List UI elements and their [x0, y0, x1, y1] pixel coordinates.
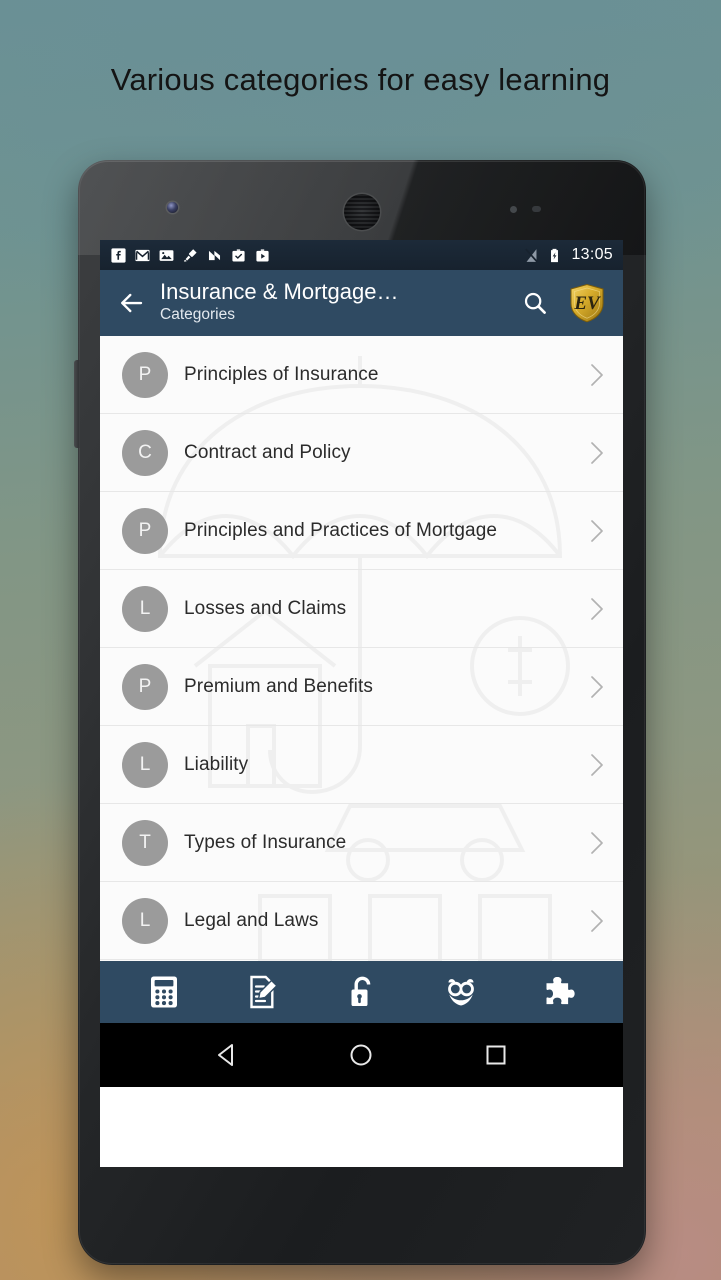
note-edit-icon[interactable] [245, 974, 281, 1010]
list-item-label: Premium and Benefits [184, 675, 373, 697]
android-home-icon[interactable] [348, 1042, 374, 1068]
back-arrow-icon[interactable] [116, 288, 146, 318]
signal-off-icon [525, 248, 539, 262]
list-item-label: Contract and Policy [184, 441, 351, 463]
owl-icon[interactable] [443, 974, 479, 1010]
avatar: P [122, 351, 168, 398]
play-store-icon [256, 248, 269, 261]
chevron-right-icon[interactable] [589, 440, 605, 466]
list-item[interactable]: T Types of Insurance [100, 804, 623, 882]
app-bar: Insurance & Mortgage… Categories EV [100, 270, 623, 336]
list-item-label: Legal and Laws [184, 909, 319, 931]
android-recents-icon[interactable] [483, 1042, 509, 1068]
android-nav-bar [100, 1023, 623, 1087]
avatar: C [122, 429, 168, 476]
bottom-toolbar [100, 961, 623, 1023]
n-app-icon [208, 250, 221, 260]
photos-icon [159, 249, 174, 261]
cleaner-icon [183, 248, 197, 262]
avatar: L [122, 897, 168, 944]
svg-text:EV: EV [573, 293, 601, 314]
list-item[interactable]: L Losses and Claims [100, 570, 623, 648]
status-bar: 13:05 [100, 240, 623, 270]
status-notification-icons [110, 247, 523, 264]
battery-charging-icon [551, 248, 559, 262]
avatar: L [122, 741, 168, 788]
chevron-right-icon[interactable] [589, 596, 605, 622]
chevron-right-icon[interactable] [589, 518, 605, 544]
category-list[interactable]: P Principles of Insurance C Contract and… [100, 336, 623, 961]
gmail-icon [135, 249, 150, 261]
avatar: P [122, 507, 168, 554]
android-back-icon[interactable] [214, 1042, 240, 1068]
ev-shield-logo[interactable]: EV [567, 282, 607, 324]
phone-screen: 13:05 Insurance & Mortgage… Categories E… [100, 240, 623, 1167]
chevron-right-icon[interactable] [589, 362, 605, 388]
avatar: P [122, 663, 168, 710]
search-icon[interactable] [521, 289, 549, 317]
list-item[interactable]: P Principles of Insurance [100, 336, 623, 414]
list-item[interactable]: L Liability [100, 726, 623, 804]
front-camera-icon [167, 202, 178, 213]
chevron-right-icon[interactable] [589, 674, 605, 700]
list-item[interactable]: C Contract and Policy [100, 414, 623, 492]
tasks-icon [232, 248, 245, 261]
category-list-rows: P Principles of Insurance C Contract and… [100, 336, 623, 960]
list-item-label: Losses and Claims [184, 597, 347, 619]
avatar: L [122, 585, 168, 632]
list-item[interactable]: P Premium and Benefits [100, 648, 623, 726]
list-item[interactable]: P Principles and Practices of Mortgage [100, 492, 623, 570]
chevron-right-icon[interactable] [589, 908, 605, 934]
app-bar-titles: Insurance & Mortgage… Categories [160, 280, 521, 326]
status-clock: 13:05 [571, 246, 613, 263]
power-button[interactable] [74, 360, 80, 448]
list-item[interactable]: L Legal and Laws [100, 882, 623, 960]
list-item-label: Principles of Insurance [184, 363, 379, 385]
list-item-label: Liability [184, 753, 249, 775]
calculator-icon[interactable] [146, 974, 182, 1010]
chevron-right-icon[interactable] [589, 752, 605, 778]
puzzle-icon[interactable] [542, 974, 578, 1010]
chevron-right-icon[interactable] [589, 830, 605, 856]
app-bar-subtitle: Categories [160, 305, 235, 323]
phone-device: 13:05 Insurance & Mortgage… Categories E… [74, 160, 646, 1265]
page-title: Various categories for easy learning [110, 62, 611, 97]
list-item-label: Types of Insurance [184, 831, 347, 853]
status-system-icons: 13:05 [523, 246, 613, 264]
proximity-sensor-icon [510, 206, 560, 214]
facebook-icon [111, 247, 126, 263]
app-bar-title: Insurance & Mortgage… [160, 280, 399, 304]
list-item-label: Principles and Practices of Mortgage [184, 519, 498, 541]
earpiece-speaker-icon [344, 194, 380, 230]
unlock-icon[interactable] [344, 974, 380, 1010]
avatar: T [122, 819, 168, 866]
